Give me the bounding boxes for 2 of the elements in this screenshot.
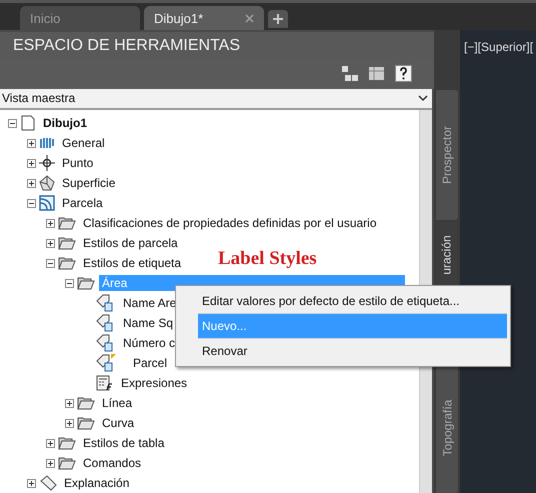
panel-title: ESPACIO DE HERRAMIENTAS: [0, 32, 434, 60]
annotation-label: Label Styles: [218, 248, 317, 270]
